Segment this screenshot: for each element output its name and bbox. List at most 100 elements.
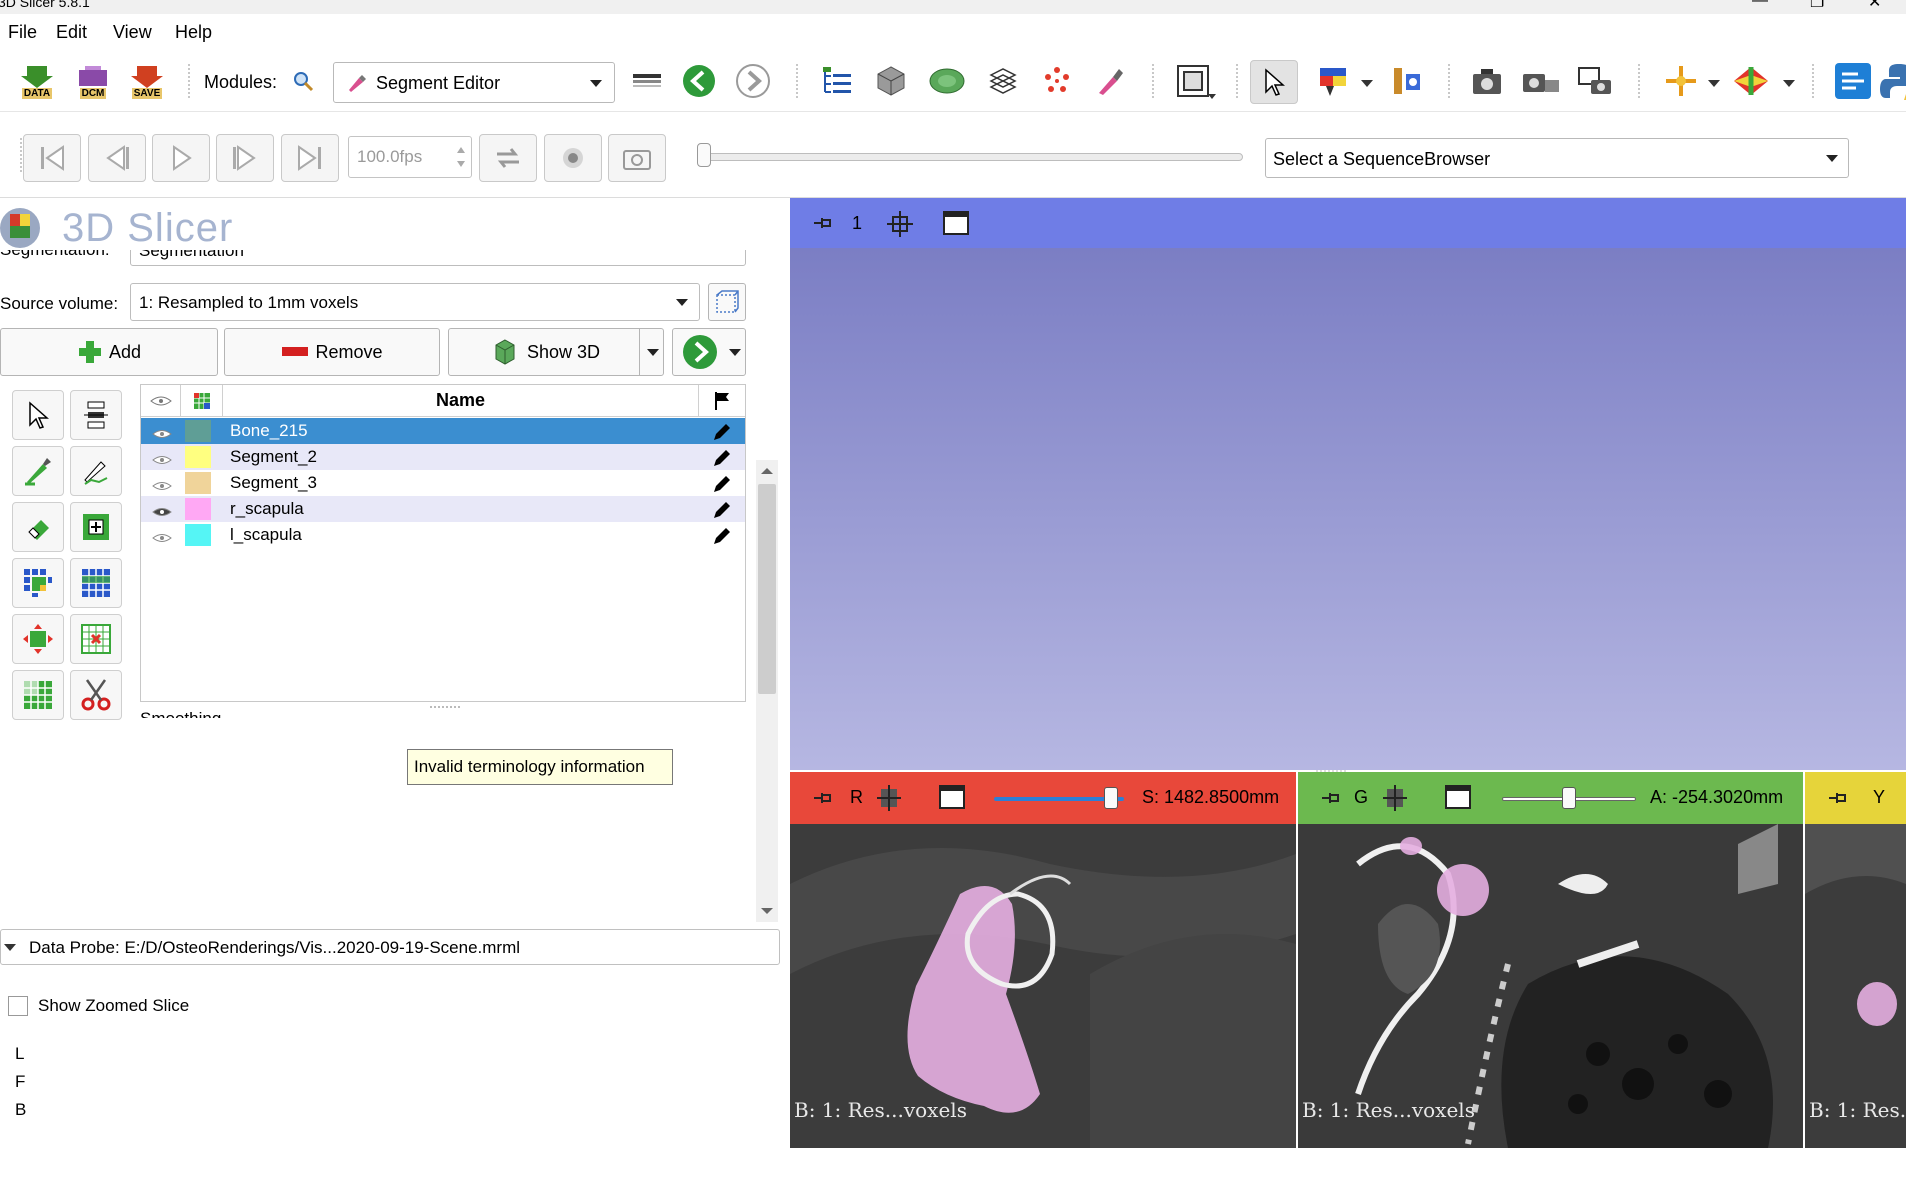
red-slice-slider-handle[interactable] (1104, 787, 1118, 809)
maximize-view-icon[interactable] (1444, 784, 1472, 810)
table-row[interactable]: Segment_2 (141, 444, 745, 470)
view-3d[interactable] (790, 248, 1906, 772)
effect-islands-button[interactable] (70, 614, 122, 664)
status-column-header[interactable] (699, 385, 745, 417)
sequence-browser-selector[interactable]: Select a SequenceBrowser (1265, 138, 1849, 178)
visibility-toggle-icon[interactable] (151, 477, 173, 497)
save-button[interactable]: SAVE (126, 60, 168, 102)
chevron-down-icon[interactable] (1708, 80, 1720, 87)
effect-none-button[interactable] (12, 390, 64, 440)
forward-button[interactable] (732, 60, 774, 102)
last-frame-button[interactable] (281, 134, 339, 182)
segmentation-selector[interactable]: Segmentation (130, 250, 746, 266)
place-fiducial-button[interactable] (1660, 60, 1702, 102)
segment-name[interactable]: Segment_3 (230, 473, 317, 493)
module-panel-scrollbar[interactable] (756, 460, 778, 922)
data-probe-header[interactable]: Data Probe: E:/D/OsteoRenderings/Vis...2… (0, 929, 780, 965)
menu-edit[interactable]: Edit (56, 22, 87, 43)
effect-erase-button[interactable] (12, 502, 64, 552)
table-row[interactable]: l_scapula (141, 522, 745, 548)
first-frame-button[interactable] (23, 134, 81, 182)
data-module-button[interactable] (816, 60, 858, 102)
add-segment-button[interactable]: Add (0, 328, 218, 376)
pin-icon[interactable] (812, 791, 834, 805)
remove-segment-button[interactable]: Remove (224, 328, 440, 376)
segment-color-swatch[interactable] (185, 446, 211, 468)
crosshair-settings-button[interactable] (1386, 60, 1428, 102)
visibility-column-header[interactable] (141, 385, 181, 417)
visibility-toggle-icon[interactable] (151, 451, 173, 471)
segment-color-swatch[interactable] (185, 420, 211, 442)
red-slice-view[interactable]: B: 1: Res...voxels (790, 824, 1296, 1148)
snapshot-button[interactable] (608, 134, 666, 182)
segment-name[interactable]: r_scapula (230, 499, 304, 519)
slice-layers-icon[interactable] (876, 784, 902, 812)
back-button[interactable] (678, 60, 720, 102)
previous-frame-button[interactable] (88, 134, 146, 182)
edit-segment-icon[interactable] (711, 525, 733, 552)
minimize-button[interactable]: — (1752, 0, 1768, 10)
source-volume-options-button[interactable] (708, 283, 746, 321)
select-mode-button[interactable] (1250, 60, 1298, 104)
name-column-header[interactable]: Name (223, 385, 699, 417)
segment-color-swatch[interactable] (185, 472, 211, 494)
module-selector[interactable]: Segment Editor (333, 62, 615, 103)
scrollbar-thumb[interactable] (758, 484, 776, 694)
effect-logical-operators-button[interactable] (12, 670, 64, 720)
pin-icon[interactable] (1827, 791, 1849, 805)
table-row[interactable]: Bone_215 (141, 418, 745, 444)
fps-spinbox[interactable]: 100.0fps (348, 136, 472, 178)
show-3d-button[interactable]: Show 3D (448, 328, 664, 376)
slice-intersections-button[interactable] (1730, 60, 1772, 102)
markups-module-button[interactable] (1036, 60, 1078, 102)
menu-help[interactable]: Help (175, 22, 212, 43)
window-level-button[interactable] (1312, 60, 1354, 102)
effect-threshold-button[interactable] (70, 390, 122, 440)
maximize-button[interactable]: ❐ (1810, 0, 1824, 12)
load-data-button[interactable]: DATA (16, 60, 58, 102)
maximize-view-icon[interactable] (942, 210, 970, 236)
load-dicom-button[interactable]: DCM (72, 60, 114, 102)
play-button[interactable] (152, 134, 210, 182)
effect-paint-button[interactable] (12, 446, 64, 496)
effect-margin-button[interactable] (12, 614, 64, 664)
scene-view-button[interactable] (1520, 60, 1562, 102)
scroll-down-icon[interactable] (761, 908, 773, 914)
effect-level-tracing-button[interactable] (70, 502, 122, 552)
effect-grow-from-seeds-button[interactable] (12, 558, 64, 608)
table-row[interactable]: Segment_3 (141, 470, 745, 496)
maximize-view-icon[interactable] (938, 784, 966, 810)
effect-scissors-button[interactable] (70, 670, 122, 720)
segment-name[interactable]: Bone_215 (230, 421, 308, 441)
center-view-icon[interactable] (886, 210, 914, 238)
table-row[interactable]: r_scapula (141, 496, 745, 522)
pin-icon[interactable] (1320, 791, 1342, 805)
visibility-toggle-icon[interactable] (151, 529, 173, 549)
screenshot-button[interactable] (1466, 60, 1508, 102)
segment-color-swatch[interactable] (185, 524, 211, 546)
close-button[interactable]: ✕ (1868, 0, 1881, 12)
scroll-up-icon[interactable] (761, 468, 773, 474)
color-column-header[interactable] (181, 385, 223, 417)
capture-button[interactable] (1576, 60, 1618, 102)
segment-actions-button[interactable] (672, 328, 746, 376)
transforms-module-button[interactable] (982, 60, 1024, 102)
sequence-slider-handle[interactable] (697, 143, 711, 167)
loop-button[interactable] (479, 134, 537, 182)
chevron-down-icon[interactable] (1783, 80, 1795, 87)
segment-color-swatch[interactable] (185, 498, 211, 520)
segment-name[interactable]: Segment_2 (230, 447, 317, 467)
effect-draw-button[interactable] (70, 446, 122, 496)
layout-button[interactable] (1172, 60, 1216, 102)
splitter-handle[interactable] (430, 706, 460, 708)
models-module-button[interactable] (926, 60, 968, 102)
pin-icon[interactable] (812, 216, 834, 230)
menu-view[interactable]: View (113, 22, 152, 43)
effect-fill-between-slices-button[interactable] (70, 558, 122, 608)
segment-name[interactable]: l_scapula (230, 525, 302, 545)
segment-editor-button[interactable] (1090, 60, 1132, 102)
slice-layers-icon[interactable] (1382, 784, 1408, 812)
python-console-button[interactable] (1880, 60, 1906, 102)
show-zoomed-slice-checkbox[interactable] (8, 996, 28, 1016)
record-button[interactable] (544, 134, 602, 182)
